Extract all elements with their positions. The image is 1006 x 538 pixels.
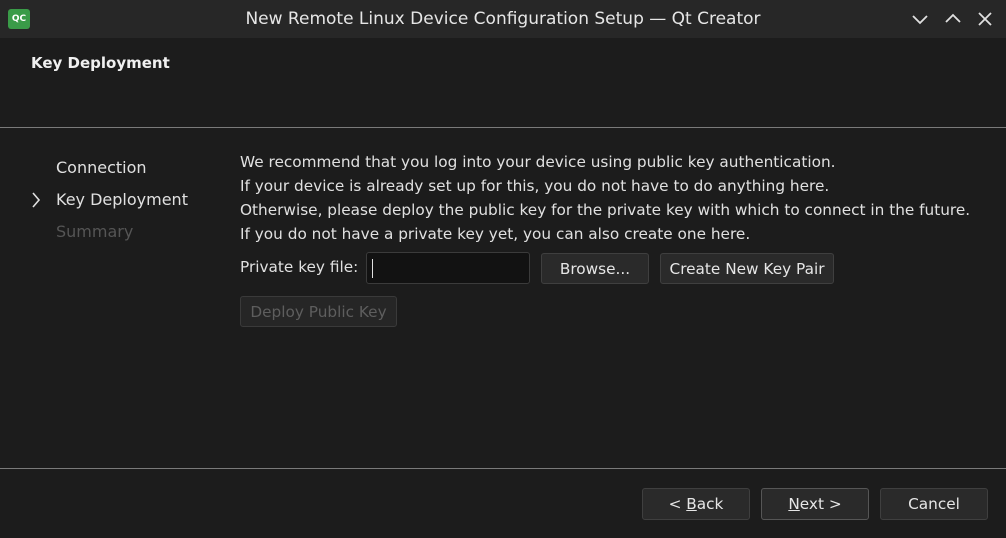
maximize-button[interactable]: [941, 8, 965, 30]
window-title: New Remote Linux Device Configuration Se…: [245, 9, 761, 29]
nav-item-connection: Connection: [56, 158, 147, 177]
maximize-icon: [945, 13, 961, 23]
chevron-right-icon: [32, 192, 41, 208]
create-key-pair-button[interactable]: Create New Key Pair: [660, 253, 834, 284]
next-button[interactable]: Next >: [761, 488, 869, 520]
close-button[interactable]: [973, 8, 997, 30]
description-text: We recommend that you log into your devi…: [240, 150, 970, 246]
nav-item-key-deployment: Key Deployment: [56, 190, 188, 209]
page-title: Key Deployment: [31, 54, 170, 72]
back-button-mnemonic: B: [686, 495, 697, 513]
nav-item-summary: Summary: [56, 222, 134, 241]
description-line: Otherwise, please deploy the public key …: [240, 201, 971, 219]
cancel-button[interactable]: Cancel: [880, 488, 988, 520]
back-button[interactable]: < Back: [642, 488, 750, 520]
private-key-label: Private key file:: [240, 258, 359, 276]
description-line: We recommend that you log into your devi…: [240, 153, 836, 171]
text-caret: [372, 259, 373, 278]
wizard-header: Key Deployment: [0, 38, 1006, 127]
private-key-input[interactable]: [366, 252, 530, 284]
back-button-label: ack: [696, 495, 724, 513]
browse-button[interactable]: Browse...: [541, 253, 649, 284]
back-button-prefix: <: [668, 495, 687, 513]
header-divider: [0, 127, 1006, 128]
minimize-button[interactable]: [908, 8, 932, 30]
title-bar[interactable]: QC New Remote Linux Device Configuration…: [0, 0, 1006, 38]
close-icon: [978, 12, 992, 26]
next-button-mnemonic: N: [788, 495, 800, 513]
next-button-label: ext >: [799, 495, 842, 513]
deploy-public-key-button[interactable]: Deploy Public Key: [240, 296, 397, 327]
description-line: If you do not have a private key yet, yo…: [240, 225, 751, 243]
description-line: If your device is already set up for thi…: [240, 177, 830, 195]
minimize-icon: [912, 15, 928, 25]
